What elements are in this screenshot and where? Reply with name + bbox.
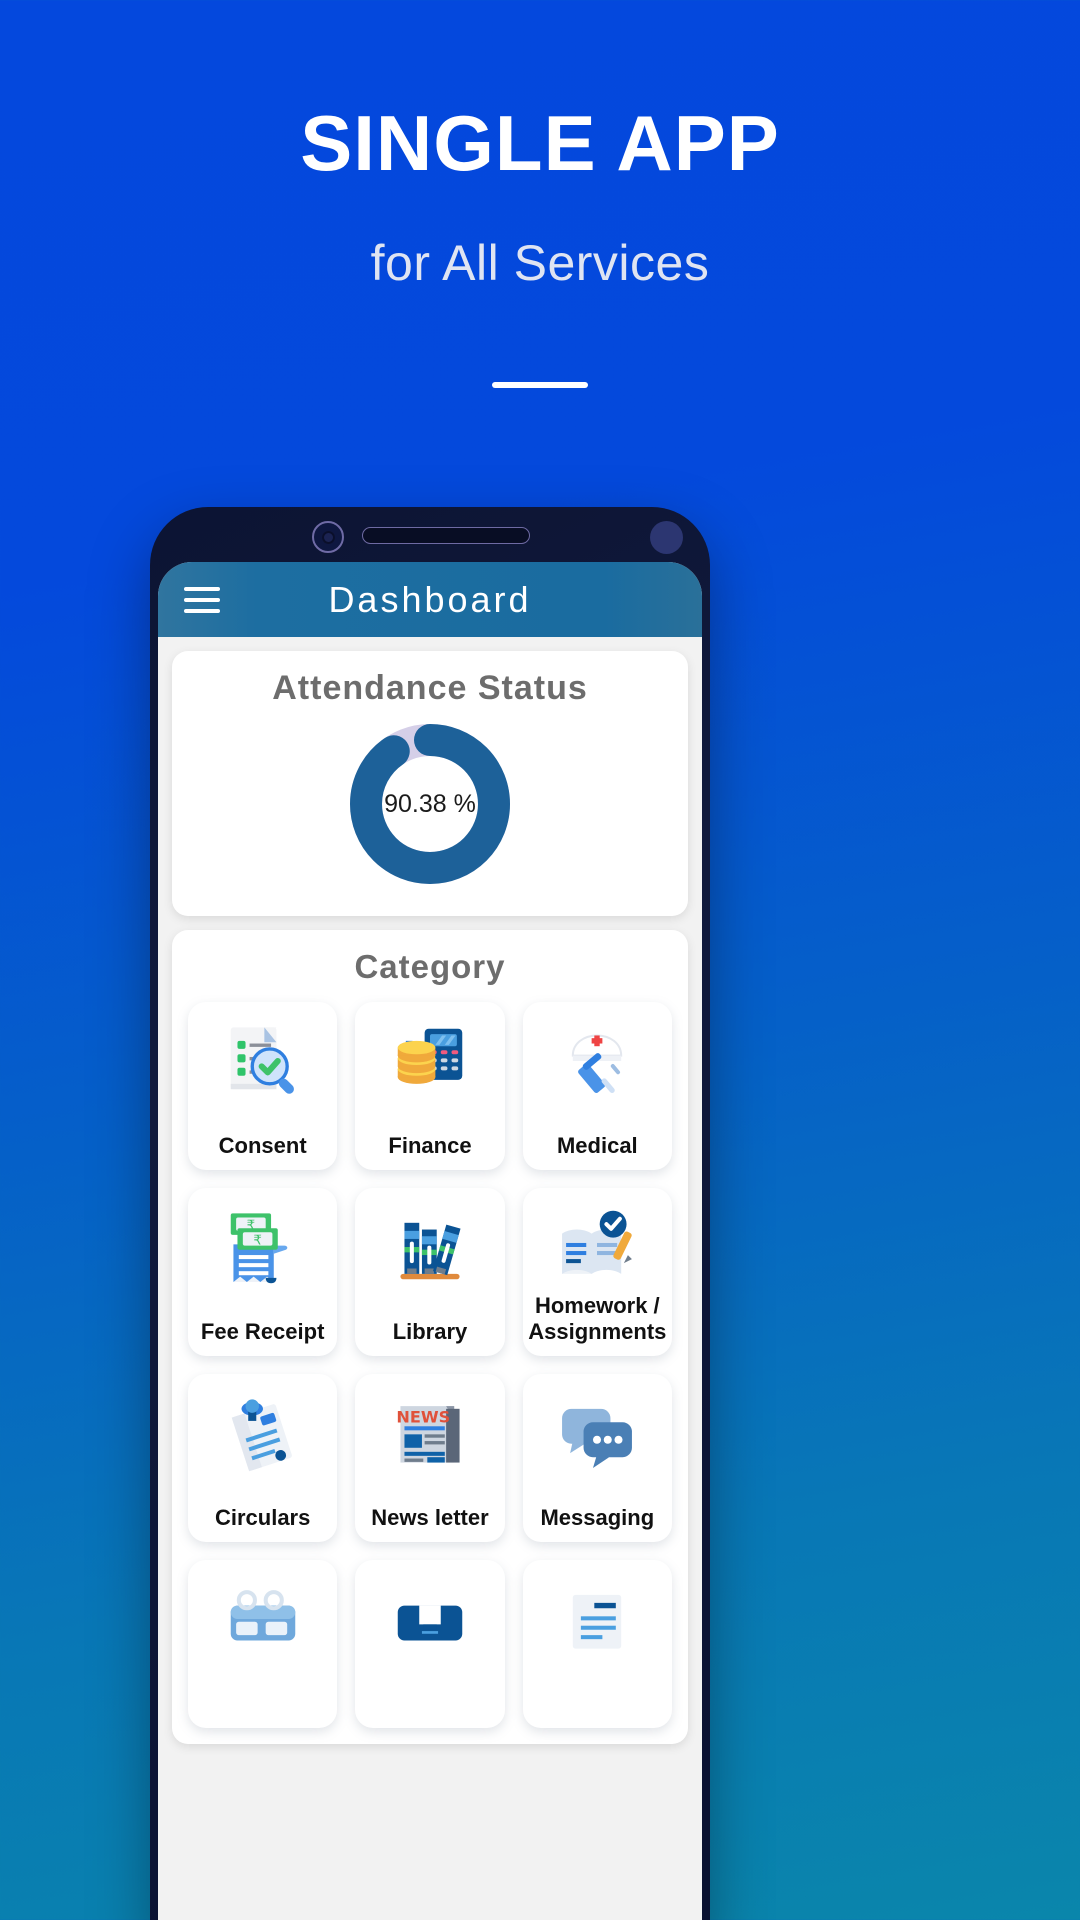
- category-tile[interactable]: Circulars: [188, 1374, 338, 1542]
- attendance-title: Attendance Status: [272, 669, 588, 707]
- category-tile[interactable]: Homework / Assignments: [522, 1188, 672, 1356]
- category-tile[interactable]: Medical: [522, 1002, 672, 1170]
- category-tile-label: Homework / Assignments: [528, 1293, 667, 1344]
- phone-mockup: Dashboard Attendance Status 90.38 % Cate…: [150, 507, 710, 1920]
- category-tile[interactable]: Finance: [355, 1002, 505, 1170]
- coins-calculator-icon: [387, 1018, 473, 1104]
- hero-divider: [492, 382, 588, 388]
- earpiece-speaker-icon: [362, 527, 530, 544]
- category-grid: Consent Finance Medical ₹ ₹ Fee Receipt …: [172, 1002, 688, 1744]
- hero-section: SINGLE APP for All Services: [0, 0, 1080, 388]
- attendance-donut-wrap: 90.38 %: [172, 718, 688, 890]
- attendance-donut-chart: 90.38 %: [344, 718, 516, 890]
- category-tile[interactable]: Library: [355, 1188, 505, 1356]
- category-tile-label: Library: [392, 1318, 468, 1344]
- category-tile-label: Fee Receipt: [200, 1318, 325, 1344]
- phone-screen: Dashboard Attendance Status 90.38 % Cate…: [158, 562, 702, 1920]
- chat-bubbles-icon: [554, 1390, 640, 1476]
- books-shelf-icon: [387, 1204, 473, 1290]
- svg-text:NEWS: NEWS: [396, 1407, 450, 1426]
- attendance-status-card: Attendance Status 90.38 %: [172, 651, 688, 916]
- svg-text:₹: ₹: [253, 1233, 262, 1248]
- page-title: SINGLE APP: [300, 99, 780, 187]
- nurse-cap-syringe-icon: [554, 1018, 640, 1104]
- attendance-percentage: 90.38 %: [384, 789, 476, 818]
- category-tile[interactable]: ₹ ₹ Fee Receipt: [188, 1188, 338, 1356]
- certificate-icon: [554, 1576, 640, 1662]
- newspaper-icon: NEWS: [387, 1390, 473, 1476]
- category-tile-label: Medical: [556, 1132, 638, 1158]
- front-camera-icon: [312, 521, 344, 553]
- category-tile-label: Circulars: [214, 1504, 311, 1530]
- hamburger-menu-icon[interactable]: [184, 586, 220, 613]
- phone-top-bezel: [150, 507, 710, 562]
- category-tile[interactable]: Consent: [188, 1002, 338, 1170]
- page-subtitle: for All Services: [370, 235, 710, 291]
- category-tile[interactable]: Messaging: [522, 1374, 672, 1542]
- app-bar-title: Dashboard: [328, 578, 532, 620]
- bus-icon: [220, 1576, 306, 1662]
- category-tile-label: Consent: [218, 1132, 307, 1158]
- category-tile[interactable]: [355, 1560, 505, 1728]
- pinned-note-icon: [220, 1390, 306, 1476]
- category-card: Category Consent Finance Medical ₹ ₹ Fee…: [172, 930, 688, 1744]
- document-checklist-magnifier-icon: [220, 1018, 306, 1104]
- id-card-icon: [387, 1576, 473, 1662]
- proximity-sensor-icon: [650, 521, 683, 554]
- category-title: Category: [354, 948, 506, 985]
- notebook-check-pencil-icon: [554, 1204, 640, 1290]
- rupee-notes-receipt-icon: ₹ ₹: [220, 1204, 306, 1290]
- category-tile[interactable]: [188, 1560, 338, 1728]
- app-bar: Dashboard: [158, 562, 702, 637]
- category-tile-label: Finance: [388, 1132, 472, 1158]
- category-tile[interactable]: NEWS News letter: [355, 1374, 505, 1542]
- category-tile[interactable]: [522, 1560, 672, 1728]
- category-tile-label: News letter: [371, 1504, 489, 1530]
- category-tile-label: Messaging: [540, 1504, 655, 1530]
